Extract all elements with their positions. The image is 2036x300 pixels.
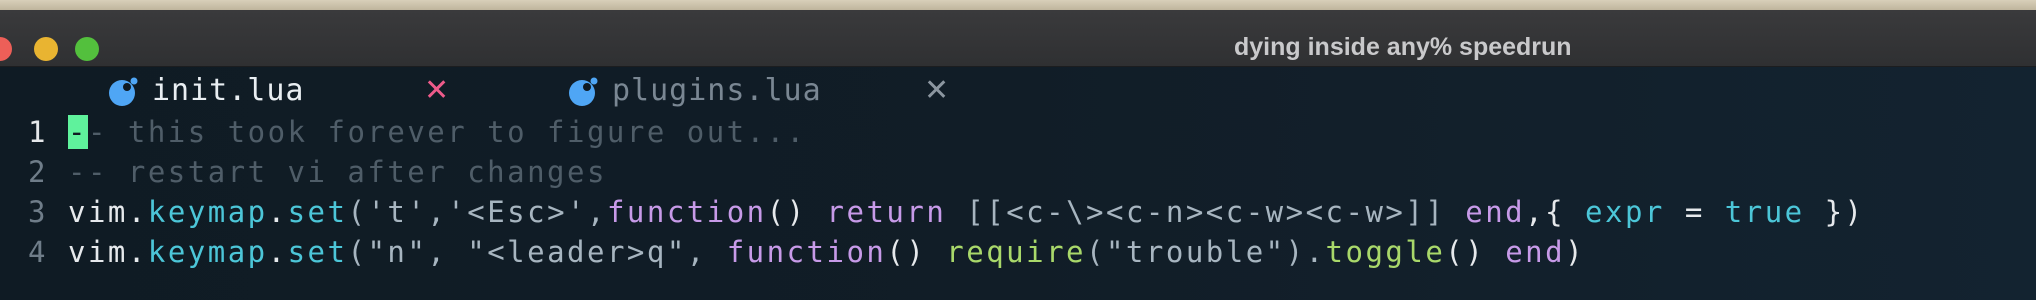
title-bar: dying inside any% speedrun [0, 10, 2036, 67]
token: function [726, 235, 887, 269]
text-cursor: - [68, 115, 88, 149]
token: . [267, 195, 288, 229]
token: () [766, 195, 827, 229]
token: . [267, 235, 288, 269]
token: set [287, 235, 348, 269]
code-line[interactable]: 4 vim.keymap.set("n", "<leader>q", funct… [0, 235, 1583, 275]
token: = [1664, 195, 1725, 229]
close-tab-icon[interactable]: ✕ [924, 73, 949, 108]
token: keymap [147, 195, 268, 229]
desktop-strip [0, 0, 2036, 10]
token: . [127, 235, 148, 269]
token: set [287, 195, 348, 229]
token: end [1465, 195, 1526, 229]
token: [[<c-\><c-n><c-w><c-w>]] [946, 195, 1466, 229]
line-number: 4 [28, 235, 48, 269]
code-text: -- this took forever to figure out... [68, 115, 807, 149]
token: vim [68, 235, 128, 269]
tab-label: plugins.lua [612, 73, 822, 108]
code-text: vim.keymap.set("n", "<leader>q", functio… [68, 235, 1585, 269]
window-title: dying inside any% speedrun [1234, 33, 1572, 61]
code-line[interactable]: 2 -- restart vi after changes [0, 155, 604, 195]
line-number: 3 [28, 195, 48, 229]
minimize-window-button[interactable] [34, 37, 58, 61]
token: }) [1804, 195, 1865, 229]
token: end [1505, 235, 1566, 269]
lua-icon [569, 77, 598, 106]
token: require [946, 235, 1087, 269]
token: ) [1565, 235, 1586, 269]
screen: dying inside any% speedrun init.lua ✕ pl… [0, 0, 2036, 300]
close-window-button[interactable] [0, 37, 12, 61]
token: keymap [147, 235, 268, 269]
zoom-window-button[interactable] [75, 37, 99, 61]
line-number: 1 [28, 115, 48, 149]
token: ,{ [1525, 195, 1586, 229]
lua-icon [109, 77, 138, 106]
token: () [1445, 235, 1506, 269]
tab-init-lua[interactable]: init.lua ✕ [108, 73, 458, 113]
token: function [606, 195, 767, 229]
token: () [886, 235, 947, 269]
tab-label: init.lua [152, 73, 305, 108]
line-number: 2 [28, 155, 48, 189]
comment-text: - this took forever to figure out... [87, 115, 807, 149]
tab-plugins-lua[interactable]: plugins.lua ✕ [568, 73, 968, 113]
token: toggle [1325, 235, 1446, 269]
comment-text: -- restart vi after changes [68, 155, 607, 189]
token: ("trouble"). [1086, 235, 1326, 269]
close-tab-icon[interactable]: ✕ [424, 73, 449, 108]
token: ("n", "<leader>q", [347, 235, 727, 269]
token: ('t','<Esc>', [347, 195, 607, 229]
token: . [127, 195, 148, 229]
code-line[interactable]: 3 vim.keymap.set('t','<Esc>',function() … [0, 195, 1862, 235]
code-line[interactable]: 1 -- this took forever to figure out... [0, 115, 804, 155]
token: expr [1585, 195, 1665, 229]
code-text: vim.keymap.set('t','<Esc>',function() re… [68, 195, 1865, 229]
token: true [1724, 195, 1805, 229]
token: return [826, 195, 947, 229]
token: vim [68, 195, 128, 229]
